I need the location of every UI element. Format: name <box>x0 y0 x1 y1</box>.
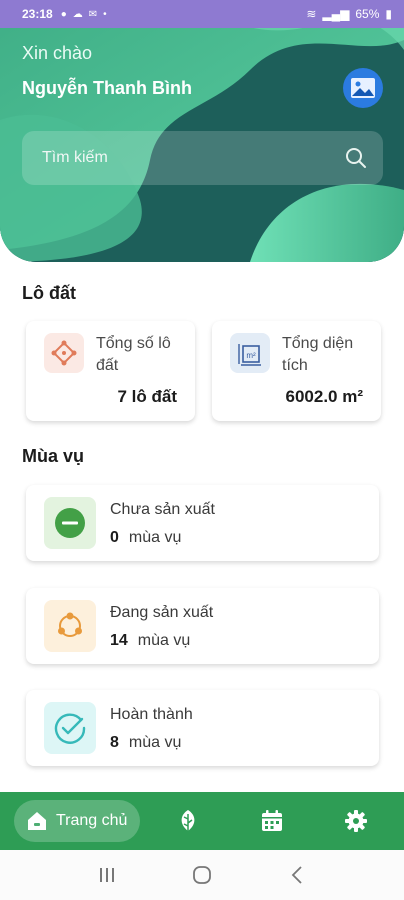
season-count: 14 <box>110 632 128 649</box>
season-card-in-progress[interactable]: Đang sản xuất 14 mùa vụ <box>26 588 379 664</box>
calendar-icon <box>262 810 282 831</box>
total-area-value: 6002.0 m² <box>285 387 364 406</box>
status-time: 23:18 <box>22 7 53 21</box>
total-area-label: Tổng diện tích <box>282 335 354 374</box>
season-card-completed[interactable]: Hoàn thành 8 mùa vụ <box>26 690 379 766</box>
search-input[interactable] <box>42 149 345 167</box>
status-bar: 23:18 ● ☁ ✉ • ≋ ▂▄▆ 65% ▮ <box>0 0 404 28</box>
season-unit: mùa vụ <box>128 529 182 546</box>
leaf-icon <box>181 810 195 831</box>
notification-icon: ● <box>60 8 67 20</box>
message-icon: ✉ <box>88 8 98 20</box>
battery-icon: ▮ <box>385 7 392 21</box>
season-icon-box <box>44 702 96 754</box>
search-bar[interactable] <box>22 131 383 185</box>
plots-section-title: Lô đất <box>22 283 76 303</box>
settings-gear-icon <box>345 810 367 832</box>
seasons-section-title: Mùa vụ <box>22 446 85 466</box>
season-label: Hoàn thành <box>110 706 193 723</box>
season-count: 0 <box>110 529 119 546</box>
season-unit: mùa vụ <box>128 734 182 751</box>
status-notification-icons: ● ☁ ✉ • <box>61 9 107 20</box>
season-count-line: 0 mùa vụ <box>110 529 181 547</box>
home-circle-icon <box>193 866 211 884</box>
cycle-nodes-icon <box>58 612 82 637</box>
total-plots-card[interactable]: Tổng số lô đất 7 lô đất <box>26 321 195 421</box>
signal-icon: ▂▄▆ <box>322 7 350 21</box>
area-icon-box: m² <box>230 333 270 373</box>
bottom-navigation: Trang chủ <box>0 792 404 850</box>
season-count-line: 14 mùa vụ <box>110 632 190 650</box>
season-icon-box <box>44 600 96 652</box>
svg-text:m²: m² <box>246 351 256 360</box>
season-label: Chưa sản xuất <box>110 501 215 518</box>
nav-home-tab[interactable]: Trang chủ <box>14 800 140 842</box>
battery-text: 65% <box>355 7 380 21</box>
nav-calendar-tab[interactable] <box>258 807 286 835</box>
season-unit: mùa vụ <box>137 632 191 649</box>
total-plots-value: 7 lô đất <box>117 387 177 406</box>
plot-icon-box <box>44 333 84 373</box>
nav-crops-tab[interactable] <box>174 807 202 835</box>
total-area-card[interactable]: m² Tổng diện tích 6002.0 m² <box>212 321 381 421</box>
cloud-icon: ☁ <box>72 8 83 20</box>
back-chevron-icon <box>291 866 302 884</box>
image-icon <box>351 78 375 98</box>
recent-apps-icon <box>100 868 115 882</box>
wifi-icon: ≋ <box>306 7 317 21</box>
back-button[interactable] <box>277 860 317 890</box>
season-icon-box <box>44 497 96 549</box>
dot-icon: • <box>103 8 107 20</box>
map-plot-icon <box>51 340 77 366</box>
search-icon[interactable] <box>345 147 367 169</box>
system-navigation-bar <box>0 850 404 900</box>
avatar[interactable] <box>343 68 383 108</box>
greeting-text: Xin chào <box>22 43 93 63</box>
home-icon <box>28 812 46 830</box>
minus-circle-icon <box>55 508 85 538</box>
area-square-meter-icon: m² <box>238 344 261 366</box>
nav-home-label: Trang chủ <box>56 812 128 829</box>
check-circle-icon <box>54 713 86 744</box>
season-label: Đang sản xuất <box>110 604 214 621</box>
season-count-line: 8 mùa vụ <box>110 734 181 752</box>
nav-settings-tab[interactable] <box>342 807 370 835</box>
recent-apps-button[interactable] <box>87 860 127 890</box>
header: Xin chào Nguyễn Thanh Bình <box>0 0 404 262</box>
season-count: 8 <box>110 734 119 751</box>
total-plots-label: Tổng số lô đất <box>96 335 171 374</box>
user-name: Nguyễn Thanh Bình <box>22 78 192 98</box>
home-system-button[interactable] <box>182 860 222 890</box>
season-card-not-started[interactable]: Chưa sản xuất 0 mùa vụ <box>26 485 379 561</box>
